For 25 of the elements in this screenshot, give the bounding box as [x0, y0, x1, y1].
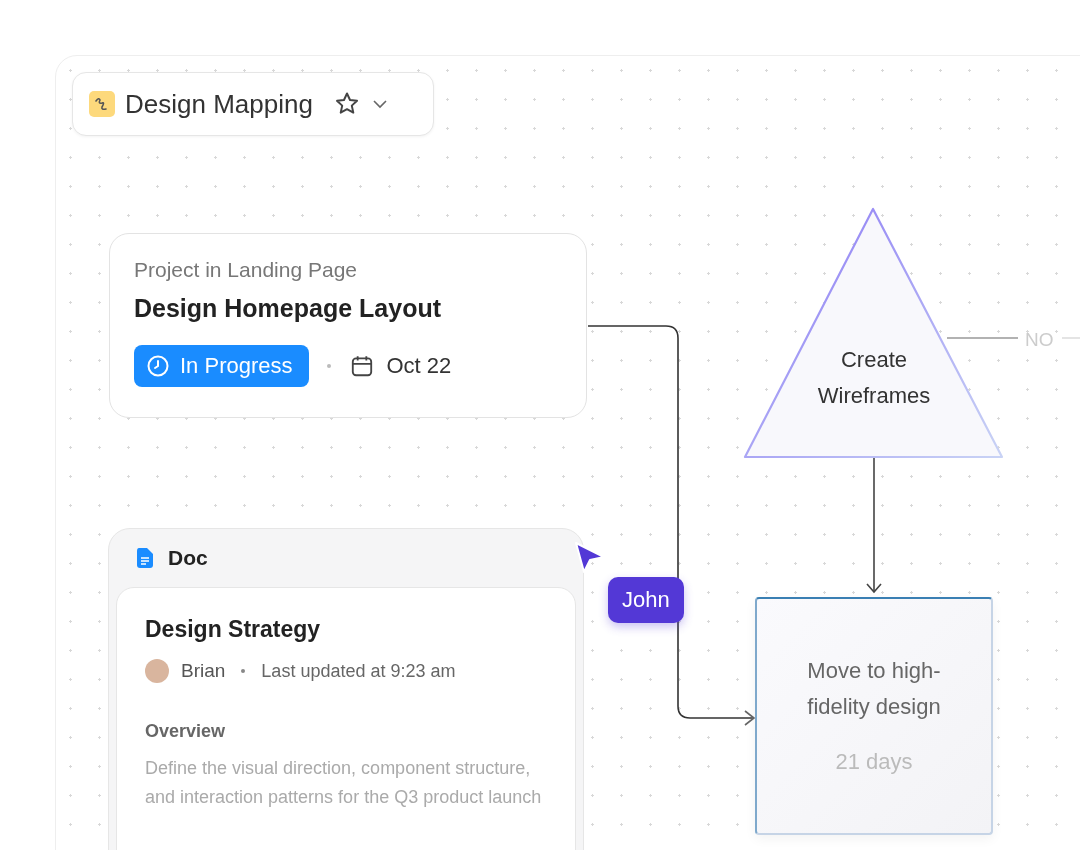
clock-icon	[146, 354, 170, 378]
doc-paragraph: Define the visual direction, component structure, and interaction patterns for the Q3 product launch	[145, 757, 543, 809]
whiteboard-icon	[89, 91, 115, 117]
task-title: Design Homepage Layout	[134, 294, 442, 323]
step-card[interactable]: Move to high-fidelity design 21 days	[755, 597, 993, 835]
decision-label: Create Wireframes	[816, 346, 932, 410]
updated-time: Last updated at 9:23 am	[261, 660, 456, 682]
board-title: Design Mapping	[125, 88, 313, 120]
chevron-down-icon[interactable]	[370, 98, 389, 110]
separator-dot	[241, 669, 246, 673]
project-label: Project in Landing Page	[134, 258, 358, 282]
author-name: Brian	[181, 660, 226, 682]
doc-label: Doc	[168, 546, 208, 570]
step-title: Move to high-fidelity design	[806, 657, 942, 721]
avatar	[145, 659, 169, 683]
doc-title: Design Strategy	[145, 616, 322, 643]
document-icon	[136, 547, 154, 569]
section-heading: Overview	[145, 721, 227, 742]
doc-card[interactable]: Doc Design Strategy Brian Last updated at 9:23 am Overview Define the visual direction, component structure, and interaction patterns for the Q3 product launch	[108, 528, 584, 850]
user-cursor-label: John	[608, 577, 684, 623]
task-card[interactable]: Project in Landing Page Design Homepage Layout In Progress Oct 22	[109, 233, 587, 418]
due-date: Oct 22	[386, 353, 452, 379]
step-duration: 21 days	[835, 749, 913, 775]
separator-dot	[326, 364, 331, 368]
board-title-bar[interactable]: Design Mapping	[72, 72, 434, 136]
